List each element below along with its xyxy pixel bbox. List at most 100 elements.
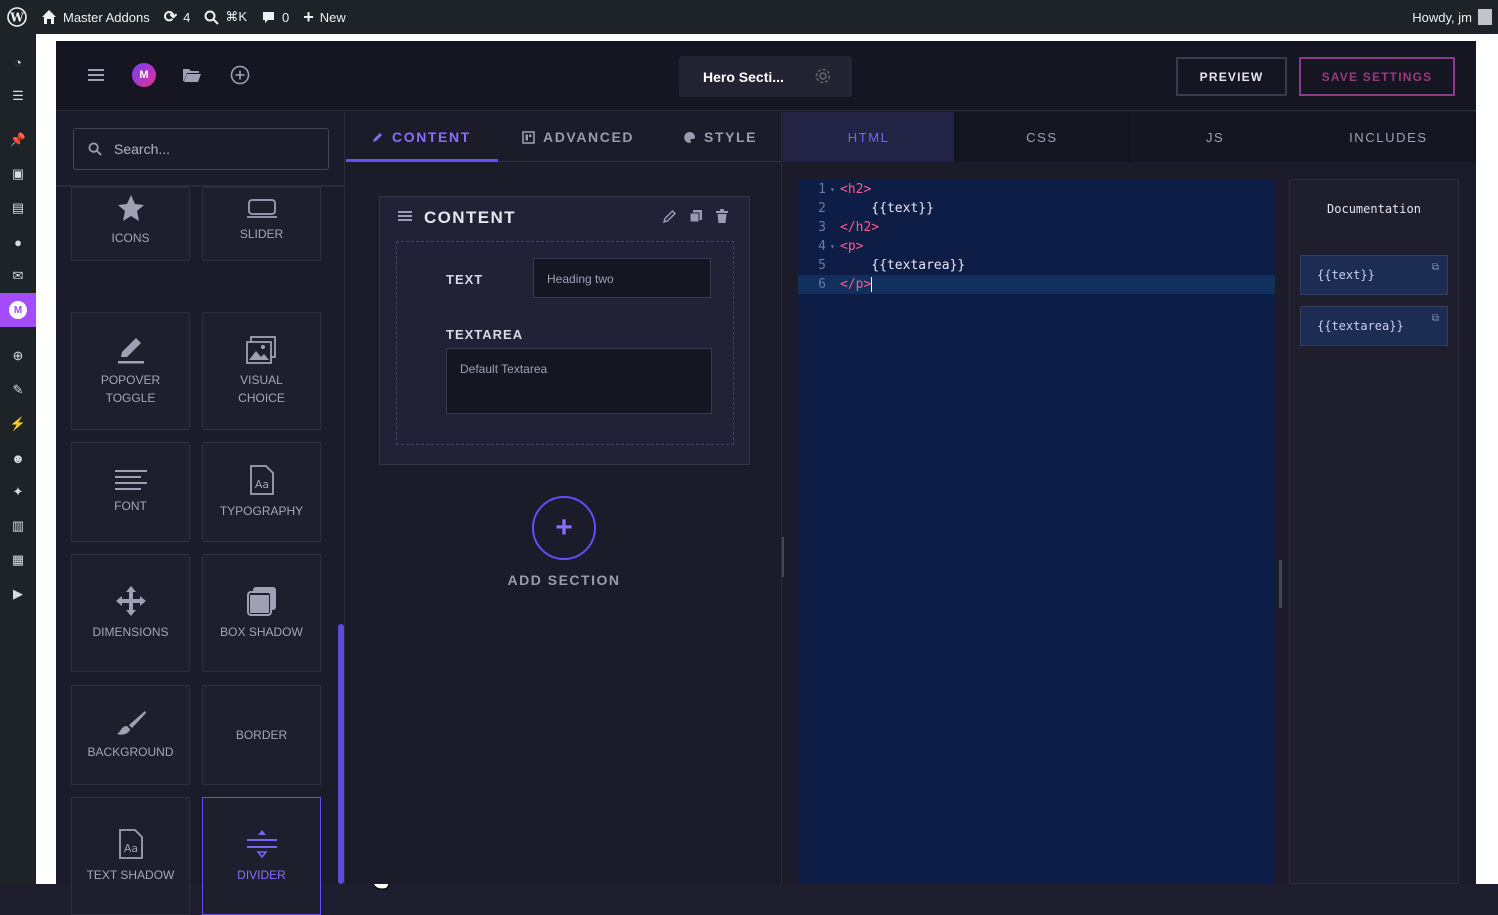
tab-style[interactable]: STYLE	[683, 112, 757, 162]
control-tile-icons[interactable]: ICONS	[71, 187, 190, 261]
control-tile-text-shadow[interactable]: Aa TEXT SHADOW	[71, 797, 190, 915]
tab-html[interactable]: HTML	[783, 112, 957, 162]
control-tile-label: DIVIDER	[237, 868, 286, 882]
slider-icon	[246, 197, 278, 219]
control-tile-font[interactable]: FONT	[71, 442, 190, 542]
code-line[interactable]: 6 </p>	[798, 275, 1275, 294]
code-line[interactable]: 2 {{text}}	[798, 199, 1275, 218]
control-tile-typography[interactable]: Aa TYPOGRAPHY	[202, 442, 321, 542]
section-header: CONTENT	[380, 197, 749, 239]
plugin-icon[interactable]: ⚡	[8, 414, 28, 434]
duplicate-icon[interactable]	[689, 209, 703, 228]
doc-item-text[interactable]: {{text}} ⧉	[1300, 255, 1448, 295]
plus-icon[interactable]: ⊕	[8, 346, 28, 366]
typography-icon: Aa	[249, 464, 275, 496]
add-circle-icon[interactable]	[228, 63, 252, 87]
wordpress-logo[interactable]: W	[0, 0, 34, 34]
panel-resize-handle[interactable]	[782, 537, 784, 577]
elementor-icon[interactable]: ☰	[8, 86, 28, 106]
wrench-icon[interactable]: ✦	[8, 482, 28, 502]
search-link[interactable]: ⌘K	[197, 0, 254, 34]
code-tag: </p>	[840, 277, 872, 292]
home-icon	[42, 10, 56, 24]
controls-panel: Search... ICONS SLIDER POPOVER TOGGLE VISUA…	[56, 112, 390, 915]
copy-icon[interactable]: ⧉	[1432, 313, 1439, 324]
control-tile-box-shadow[interactable]: BOX SHADOW	[202, 554, 321, 672]
control-tile-background[interactable]: BACKGROUND	[71, 685, 190, 785]
new-label: New	[319, 9, 346, 25]
control-tile-dimensions[interactable]: DIMENSIONS	[71, 554, 190, 672]
box-shadow-icon	[246, 585, 278, 617]
hamburger-menu-icon[interactable]	[84, 63, 108, 87]
settings-icon[interactable]: ▥	[8, 516, 28, 536]
control-tile-visual-choice[interactable]: VISUAL CHOICE	[202, 312, 321, 430]
doc-item-textarea[interactable]: {{textarea}} ⧉	[1300, 306, 1448, 346]
svg-text:Aa: Aa	[254, 478, 268, 491]
master-addons-logo[interactable]: M	[132, 63, 156, 87]
control-tile-label: POPOVER TOGGLE	[100, 373, 161, 405]
pin-icon[interactable]: 📌	[8, 130, 28, 150]
fold-arrow-icon[interactable]: ▾	[830, 185, 840, 194]
editor-resize-handle[interactable]	[1279, 560, 1282, 608]
tab-advanced-label: ADVANCED	[543, 129, 635, 145]
folder-icon[interactable]	[180, 63, 204, 87]
control-tile-popover-toggle[interactable]: POPOVER TOGGLE	[71, 312, 190, 430]
code-line[interactable]: 4 ▾ <p>	[798, 237, 1275, 256]
users-icon[interactable]: ☻	[8, 448, 28, 468]
code-line[interactable]: 5 {{textarea}}	[798, 256, 1275, 275]
edit-icon[interactable]	[662, 209, 677, 228]
avatar	[1478, 9, 1492, 25]
delete-icon[interactable]	[715, 209, 729, 228]
play-icon[interactable]: ▶	[8, 584, 28, 604]
line-number: 2	[818, 201, 826, 216]
control-tile-divider[interactable]: DIVIDER	[202, 797, 321, 915]
new-content-link[interactable]: + New	[296, 0, 353, 34]
code-editor[interactable]: 1 ▾ <h2> 2 {{text}} 3 </h2> 4 ▾ <p> 5 {{textarea}…	[798, 179, 1275, 884]
mail-icon[interactable]: ✉	[8, 266, 28, 286]
tab-css[interactable]: CSS	[956, 112, 1130, 162]
line-number: 4	[818, 239, 826, 254]
search-icon	[204, 10, 220, 25]
pages-icon[interactable]: ▤	[8, 198, 28, 218]
preview-button[interactable]: PREVIEW	[1176, 57, 1287, 96]
code-value: {{text}}	[840, 201, 934, 216]
site-name-link[interactable]: Master Addons	[34, 0, 157, 34]
textarea-field-input[interactable]: Default Textarea	[446, 348, 712, 414]
scrollbar[interactable]	[338, 624, 344, 884]
gear-icon[interactable]	[814, 67, 832, 88]
code-line[interactable]: 3 </h2>	[798, 218, 1275, 237]
site-name: Master Addons	[63, 9, 150, 25]
code-line[interactable]: 1 ▾ <h2>	[798, 180, 1275, 199]
my-account-link[interactable]: Howdy, jm	[1405, 0, 1498, 34]
dashboard-icon[interactable]: ◔	[8, 52, 28, 72]
tab-advanced[interactable]: ADVANCED	[522, 112, 634, 162]
tab-includes[interactable]: INCLUDES	[1302, 112, 1476, 162]
tab-content[interactable]: CONTENT	[372, 112, 471, 162]
tab-js[interactable]: JS	[1129, 112, 1303, 162]
control-tile-label: FONT	[114, 499, 147, 513]
media-icon[interactable]: ▣	[8, 164, 28, 184]
copy-icon[interactable]: ⧉	[1432, 262, 1439, 273]
template-name-box[interactable]: Hero Secti...	[679, 56, 852, 97]
palette-icon	[684, 131, 695, 143]
code-value: {{textarea}}	[840, 258, 966, 273]
control-tile-slider[interactable]: SLIDER	[202, 187, 321, 261]
updates-link[interactable]: ⟳ 4	[157, 0, 198, 34]
brush-icon[interactable]: ✎	[8, 380, 28, 400]
control-tile-border[interactable]: BORDER	[202, 685, 321, 785]
save-settings-button[interactable]: SAVE SETTINGS	[1299, 57, 1455, 96]
comments-link[interactable]: 0	[254, 0, 296, 34]
search-input[interactable]: Search...	[73, 128, 329, 170]
comments-icon[interactable]: ●	[8, 232, 28, 252]
drag-handle-icon[interactable]	[398, 209, 412, 227]
comments-count: 0	[282, 9, 290, 25]
add-section-button[interactable]: +	[532, 496, 596, 560]
code-tabs: HTML CSS JS INCLUDES	[783, 112, 1476, 162]
fold-arrow-icon[interactable]: ▾	[830, 242, 840, 251]
star-icon	[116, 193, 146, 223]
control-tile-label: BACKGROUND	[87, 745, 174, 759]
greeting: Howdy, jm	[1412, 9, 1472, 25]
text-field-input[interactable]: Heading two	[533, 258, 711, 298]
table-icon[interactable]: ▦	[8, 550, 28, 570]
master-addons-icon[interactable]: M	[0, 293, 36, 327]
